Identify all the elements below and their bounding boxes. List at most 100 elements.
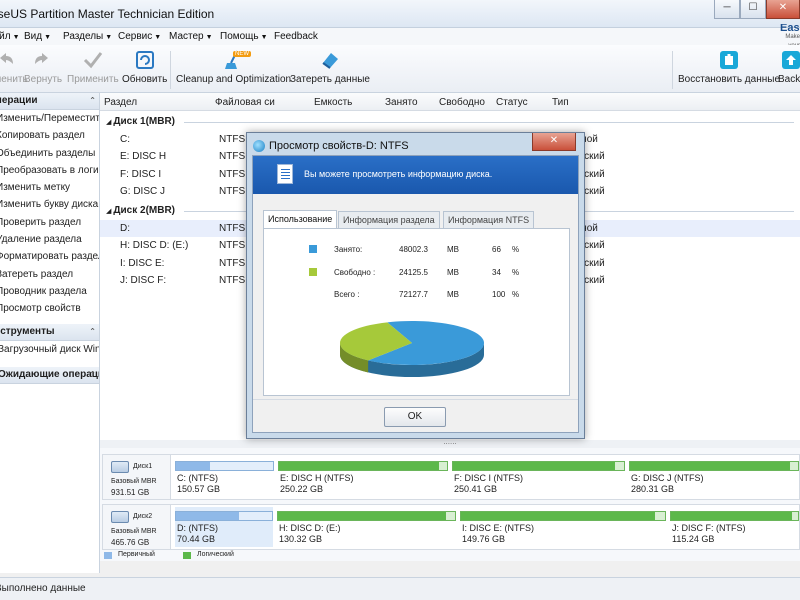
partition-size: 115.24 GB [672,534,715,544]
tab-partition-info[interactable]: Информация раздела [338,211,440,229]
refresh-button[interactable]: Обновить [122,49,167,85]
tab-usage[interactable]: Использование [263,210,338,229]
percent-sign: % [512,290,520,299]
legend-primary-swatch [104,552,112,559]
bootable-disk-item[interactable]: Загрузочный диск Windows PE [0,341,99,358]
apply-button[interactable]: Применить [67,49,119,85]
partition-size: 70.44 GB [177,534,216,544]
partition-block[interactable]: G: DISC J (NTFS) 280.31 GB [629,457,799,497]
toolbar: Отменить Вернуть Применить Обновить NEW … [0,45,800,93]
used-swatch [309,245,317,253]
operation-item[interactable]: Проводник раздела [0,283,99,300]
partition-block[interactable]: E: DISC H (NTFS) 250.22 GB [278,457,448,497]
usage-bar [277,511,456,521]
disk2-info[interactable]: Диск2 Базовый MBR 465.76 GB [103,505,171,549]
app-icon [253,140,265,152]
restore-data-button[interactable]: Восстановить данные [678,49,780,85]
partition-block[interactable]: F: DISC I (NTFS) 250.41 GB [452,457,625,497]
hard-disk-icon [111,461,129,473]
operation-item[interactable]: Форматировать раздел [0,248,99,265]
usage-fill [176,462,210,470]
cleanup-button[interactable]: NEW Cleanup and Optimization [176,49,291,85]
operation-item[interactable]: Объединить разделы [0,145,99,162]
left-panel: Операции ⌃ Изменить/Переместить разделКо… [0,93,100,573]
partition-block[interactable]: D: (NTFS) 70.44 GB [175,507,273,547]
tab-ntfs-info[interactable]: Информация NTFS [443,211,535,229]
filesystem: NTFS [219,274,246,286]
tools-header[interactable]: Инструменты ⌃ [0,323,99,341]
filesystem: NTFS [219,240,246,252]
disk1-group[interactable]: ◢ Диск 1(MBR) [106,116,175,127]
column-used[interactable]: Занято [385,97,418,108]
restore-icon [720,51,738,69]
filesystem: NTFS [219,223,246,234]
partition-block[interactable]: J: DISC F: (NTFS) 115.24 GB [670,507,799,547]
table-header: Раздел Файловая си Емкость Занято Свобод… [100,93,800,111]
column-type[interactable]: Тип [552,97,569,108]
menu-view[interactable]: Вид ▼ [24,31,51,42]
operation-item[interactable]: Удаление раздела [0,231,99,248]
collapse-icon[interactable]: ⌃ [89,93,96,109]
usage-fill [453,462,616,470]
operation-item[interactable]: Изменить/Переместить раздел [0,110,99,127]
collapse-icon[interactable]: ⌃ [89,367,96,383]
column-status[interactable]: Статус [496,97,528,108]
column-capacity[interactable]: Емкость [314,97,352,108]
collapse-icon[interactable]: ⌃ [89,324,96,340]
usage-fill [671,512,792,520]
operation-item[interactable]: Изменить букву диска [0,196,99,213]
disk-name: Диск2 [133,513,153,520]
operation-item[interactable]: Просмотр свойств [0,300,99,317]
partition-name: C: [120,134,130,145]
operation-item[interactable]: Проверить раздел [0,214,99,231]
partition-size: 150.57 GB [177,484,221,494]
undo-icon [0,53,13,64]
usage-bar [175,461,274,471]
group-divider [184,122,794,123]
operation-item[interactable]: Затереть раздел [0,266,99,283]
partition-size: 149.76 GB [462,534,506,544]
ok-button[interactable]: OK [384,407,446,427]
partition-block[interactable]: I: DISC E: (NTFS) 149.76 GB [460,507,666,547]
toolbar-separator [170,51,171,89]
partition-block[interactable]: C: (NTFS) 150.57 GB [175,457,274,497]
usage-fill [461,512,655,520]
redo-button[interactable]: Вернуть [24,49,62,85]
wipe-data-button[interactable]: Затереть данные [290,49,370,85]
column-free[interactable]: Свободно [439,97,485,108]
column-filesystem[interactable]: Файловая си [215,97,275,108]
partition-label: G: DISC J (NTFS) [631,473,704,483]
menu-file[interactable]: Файл▼ [0,31,20,42]
partition-name: D: [120,223,130,234]
menu-partitions[interactable]: Разделы ▼ [63,31,112,42]
panel-splitter[interactable]: ...... [100,438,800,448]
disk-name: Диск1 [133,463,153,470]
operations-header[interactable]: Операции ⌃ [0,93,99,110]
operation-item[interactable]: Копировать раздел [0,127,99,144]
operation-item[interactable]: Преобразовать в логический [0,162,99,179]
minimize-button[interactable]: ─ [714,0,740,19]
operation-item[interactable]: Изменить метку [0,179,99,196]
partition-name: H: DISC D: (E:) [120,240,189,252]
menu-help[interactable]: Помощь ▼ [220,31,268,42]
disk2-group[interactable]: ◢ Диск 2(MBR) [106,205,175,216]
used-percent: 66 [492,245,501,254]
partition-block[interactable]: H: DISC D: (E:) 130.32 GB [277,507,456,547]
pending-operations-header[interactable]: Ожидающие операции ⌃ [0,366,99,384]
banner-text: Вы можете просмотреть информацию диска. [304,169,493,179]
dialog-title: Просмотр свойств-D: NTFS [269,140,409,152]
close-button[interactable]: ✕ [766,0,800,19]
dialog-close-button[interactable]: ✕ [532,133,576,151]
maximize-button[interactable]: ☐ [740,0,766,19]
column-partition[interactable]: Раздел [104,97,137,108]
total-percent: 100 [492,290,506,299]
menu-feedback[interactable]: Feedback [274,31,318,42]
usage-fill [279,462,439,470]
disk1-info[interactable]: Диск1 Базовый MBR 931.51 GB [103,455,171,499]
menu-wizard[interactable]: Мастер ▼ [169,31,213,42]
menu-service[interactable]: Сервис ▼ [118,31,161,42]
partition-name: F: DISC I [120,168,162,180]
dialog-body: Вы можете просмотреть информацию диска. … [252,155,579,433]
disk1-map-row: Диск1 Базовый MBR 931.51 GB C: (NTFS) 150… [102,454,800,500]
backup-button[interactable]: Backup [778,49,800,85]
